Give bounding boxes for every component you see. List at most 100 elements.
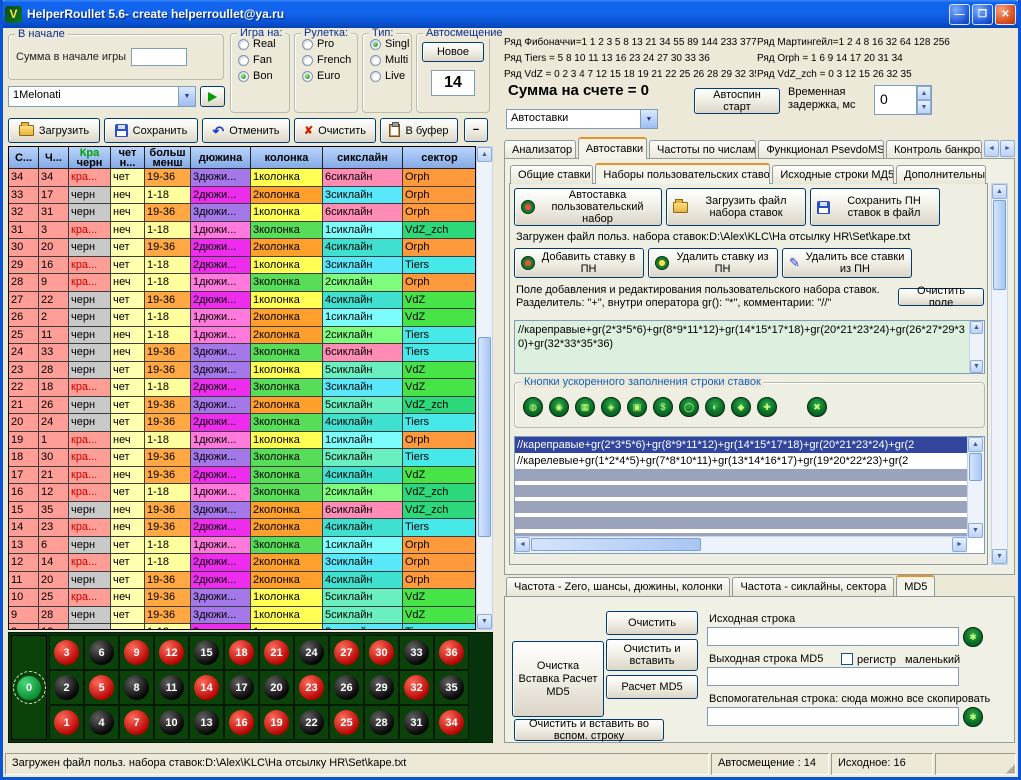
chevron-down-icon[interactable]: ▼ — [178, 87, 195, 106]
table-row[interactable]: 1612кра...чет1-181дюжи...3колонка2сиклай… — [9, 484, 475, 502]
board-cell-21[interactable]: 21 — [259, 635, 294, 670]
scroll-down-icon[interactable]: ▼ — [992, 549, 1007, 564]
board-cell-23[interactable]: 23 — [294, 670, 329, 705]
table-row[interactable]: 262чернчет1-181дюжи...2колонка1сиклайнVd… — [9, 309, 475, 327]
table-row[interactable]: 2126чернчет19-363дюжи...2колонка5сиклайн… — [9, 397, 475, 415]
preset-combobox[interactable]: 1Melonati ▼ — [8, 86, 196, 107]
board-cell-36[interactable]: 36 — [434, 635, 469, 670]
table-header-5[interactable]: большменш — [145, 147, 191, 169]
autostavka-user-set-button[interactable]: Автоставка пользовательский набор — [514, 188, 662, 226]
board-cell-6[interactable]: 6 — [84, 635, 119, 670]
board-cell-25[interactable]: 25 — [329, 705, 364, 740]
board-cell-26[interactable]: 26 — [329, 670, 364, 705]
delete-bet-button[interactable]: Удалить ставку из ПН — [648, 248, 778, 278]
quick-fill-button-4[interactable]: ◈ — [601, 397, 621, 417]
spinner-down[interactable]: ▼ — [917, 100, 931, 114]
radio-live[interactable]: Live — [370, 70, 411, 82]
spinner-up[interactable]: ▲ — [917, 86, 931, 100]
bets-listbox[interactable]: //кареправые+gr(2*3*5*6)+gr(8*9*11*12)+g… — [514, 436, 985, 554]
table-header-8[interactable]: сикслайн — [323, 147, 403, 169]
table-row[interactable]: 3317черннеч1-182дюжи...2колонка3сиклайнO… — [9, 187, 475, 205]
scroll-up-icon[interactable]: ▲ — [970, 321, 983, 334]
table-header-2[interactable]: Ч... — [39, 147, 69, 169]
md5-aux-input[interactable] — [707, 707, 959, 726]
table-header-1[interactable]: С... — [9, 147, 39, 169]
autostavki-combobox[interactable]: Автоставки ▼ — [506, 109, 658, 129]
radio-euro[interactable]: Euro — [302, 70, 357, 82]
scroll-right-icon[interactable]: ► — [952, 537, 967, 552]
table-header-3[interactable]: Крачерн — [69, 147, 111, 169]
radio-bon[interactable]: Bon — [238, 70, 289, 82]
clear-field-button[interactable]: Очистить поле — [898, 288, 984, 306]
quick-fill-button-8[interactable]: ◐ — [705, 397, 725, 417]
save-bet-set-button[interactable]: Сохранить ПН ставок в файл — [810, 188, 940, 226]
quick-fill-button-10[interactable]: ✚ — [757, 397, 777, 417]
table-header-4[interactable]: четн... — [111, 147, 145, 169]
subtab-user-bet-sets[interactable]: Наборы пользовательских ставок — [595, 163, 770, 184]
table-row[interactable]: 813черннеч1-182дюжи...1колонка3сиклайнTi… — [9, 624, 475, 630]
close-button[interactable]: ✕ — [995, 4, 1016, 25]
tab-scroll-right[interactable]: ► — [1000, 140, 1015, 157]
table-row[interactable]: 136чернчет1-181дюжи...3колонка1сиклайнOr… — [9, 537, 475, 555]
quick-fill-extra-button[interactable]: ✖ — [807, 397, 827, 417]
board-cell-13[interactable]: 13 — [189, 705, 224, 740]
table-row[interactable]: 2916кра...чет1-182дюжи...1колонка3сиклай… — [9, 257, 475, 275]
md5-clear-and-paste-button[interactable]: Очистить и вставить — [606, 639, 698, 671]
tab-psevdoms[interactable]: Функционал PsevdoMS — [758, 140, 884, 159]
table-row[interactable]: 289кра...неч1-181дюжи...3колонка2сиклайн… — [9, 274, 475, 292]
md5-clear-paste-calc-button[interactable]: Очистка Вставка Расчет MD5 — [512, 641, 604, 717]
scrollbar-thumb[interactable] — [478, 337, 491, 537]
board-cell-32[interactable]: 32 — [399, 670, 434, 705]
table-row[interactable]: 1214кра...чет1-182дюжи...2колонка3сиклай… — [9, 554, 475, 572]
board-cell-3[interactable]: 3 — [49, 635, 84, 670]
tab-md5[interactable]: MD5 — [896, 575, 935, 596]
minimize-button[interactable]: — — [949, 4, 970, 25]
board-cell-30[interactable]: 30 — [364, 635, 399, 670]
table-row[interactable]: 1423кра...неч19-362дюжи...2колонка4сикла… — [9, 519, 475, 537]
radio-fan[interactable]: Fan — [238, 54, 289, 66]
resize-grip[interactable]: ◢ — [1006, 762, 1015, 774]
undo-button[interactable]: ↶Отменить — [202, 118, 290, 143]
radio-multi[interactable]: Multi — [370, 54, 411, 66]
table-scrollbar[interactable]: ▲ ▼ — [476, 146, 493, 630]
titlebar[interactable]: V HelperRoullet 5.6- create helperroulle… — [0, 0, 1021, 28]
md5-action-button-2[interactable]: ✱ — [963, 707, 983, 727]
md5-output-input[interactable] — [707, 667, 959, 686]
tab-scroll-left[interactable]: ◄ — [984, 140, 999, 157]
save-button[interactable]: Сохранить — [104, 118, 198, 143]
scrollbar-thumb[interactable] — [969, 453, 982, 481]
board-cell-19[interactable]: 19 — [259, 705, 294, 740]
radio-singl[interactable]: Singl — [370, 38, 411, 50]
board-cell-28[interactable]: 28 — [364, 705, 399, 740]
tab-freq-sixline[interactable]: Частота - сиклайны, сектора — [732, 577, 894, 596]
md5-action-button-1[interactable]: ✱ — [963, 627, 983, 647]
board-cell-29[interactable]: 29 — [364, 670, 399, 705]
bets-list-item[interactable]: //кареправые+gr(2*3*5*6)+gr(8*9*11*12)+g… — [515, 437, 984, 453]
maximize-button[interactable]: ❐ — [972, 4, 993, 25]
md5-source-input[interactable] — [707, 627, 959, 646]
quick-fill-button-5[interactable]: ▣ — [627, 397, 647, 417]
panel-scrollbar[interactable]: ▲ ▼ — [991, 183, 1008, 565]
table-row[interactable]: 2722чернчет19-362дюжи...1колонка4сиклайн… — [9, 292, 475, 310]
bet-edit-textarea[interactable]: //кареправые+gr(2*3*5*6)+gr(8*9*11*12)+g… — [514, 320, 985, 374]
new-button[interactable]: Новое — [422, 42, 484, 62]
board-cell-24[interactable]: 24 — [294, 635, 329, 670]
table-row[interactable]: 2024чернчет19-362дюжи...3колонка4сиклайн… — [9, 414, 475, 432]
table-row[interactable]: 3231черннеч19-363дюжи...1колонка6сиклайн… — [9, 204, 475, 222]
board-cell-15[interactable]: 15 — [189, 635, 224, 670]
table-row[interactable]: 1120чернчет19-362дюжи...2колонка4сиклайн… — [9, 572, 475, 590]
board-cell-4[interactable]: 4 — [84, 705, 119, 740]
radio-pro[interactable]: Pro — [302, 38, 357, 50]
tab-autostavki[interactable]: Автоставки — [578, 137, 647, 159]
list-vertical-scrollbar[interactable]: ▲ ▼ — [967, 437, 984, 538]
chevron-down-icon[interactable]: ▼ — [640, 110, 657, 128]
board-cell-33[interactable]: 33 — [399, 635, 434, 670]
table-header-7[interactable]: колонка — [251, 147, 323, 169]
scroll-up-icon[interactable]: ▲ — [477, 147, 492, 162]
tab-freq-zero[interactable]: Частота - Zero, шансы, дюжины, колонки — [506, 577, 730, 596]
board-cell-17[interactable]: 17 — [224, 670, 259, 705]
board-cell-20[interactable]: 20 — [259, 670, 294, 705]
tab-frequencies[interactable]: Частоты по числам — [649, 140, 756, 159]
subtab-common-bets[interactable]: Общие ставки — [510, 165, 593, 184]
md5-clear-button[interactable]: Очистить — [606, 611, 698, 635]
